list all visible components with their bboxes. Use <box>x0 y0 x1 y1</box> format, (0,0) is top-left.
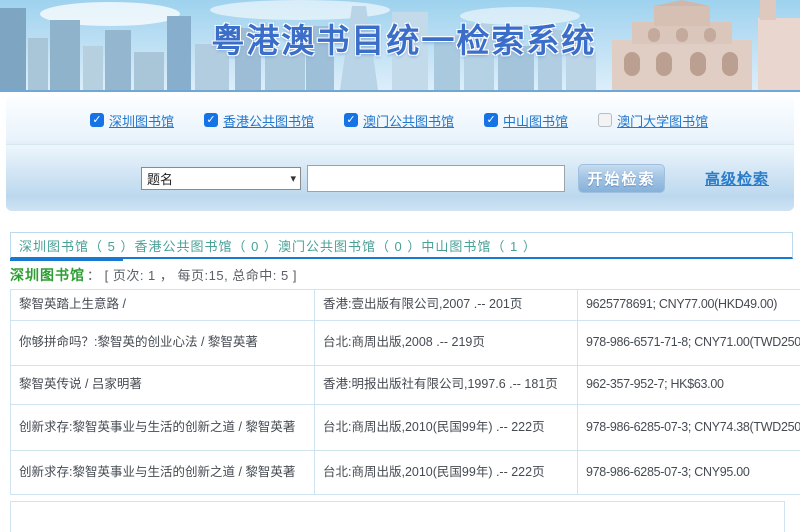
book-title-link[interactable]: 创新求存:黎智英事业与生活的创新之道 / 黎智英著 <box>11 405 315 451</box>
library-label[interactable]: 中山图书馆 <box>503 111 568 130</box>
advanced-search-link[interactable]: 高级检索 <box>705 168 769 189</box>
book-isbn-price: 962-357-952-7; HK$63.00 <box>578 366 800 405</box>
tab-shenzhen-library[interactable]: 深圳图书馆（ 5 ） <box>19 236 134 255</box>
pagination-footer-partial <box>10 501 785 532</box>
tab-zhongshan-library[interactable]: 中山图书馆（ 1 ） <box>421 236 536 255</box>
tab-hongkong-public-library[interactable]: 香港公共图书馆（ 0 ） <box>134 236 277 255</box>
checkbox-checked-icon[interactable]: ✓ <box>484 113 498 127</box>
app-title: 粤港澳书目统一检索系统 <box>211 14 596 62</box>
book-publication: 台北:商周出版,2010(民国99年) .-- 222页 <box>315 405 578 451</box>
check-icon: ✓ <box>486 115 495 126</box>
tab-macau-public-library[interactable]: 澳门公共图书馆（ 0 ） <box>278 236 421 255</box>
search-submit-button[interactable]: 开始检索 <box>578 164 665 193</box>
table-row: 你够拼命吗？:黎智英的创业心法 / 黎智英著 台北:商周出版,2008 .-- … <box>11 321 800 366</box>
library-label[interactable]: 澳门大学图书馆 <box>617 111 708 130</box>
library-label[interactable]: 澳门公共图书馆 <box>363 111 454 130</box>
check-icon: ✓ <box>346 115 355 126</box>
library-option-hongkong[interactable]: ✓ 香港公共图书馆 <box>204 111 314 130</box>
book-isbn-price: 978-986-6285-07-3; CNY74.38(TWD250.00) <box>578 405 800 451</box>
book-title-link[interactable]: 黎智英传说 / 吕家明著 <box>11 366 315 405</box>
library-option-macau-university[interactable]: 澳门大学图书馆 <box>598 111 708 130</box>
check-icon: ✓ <box>206 115 215 126</box>
table-row: 黎智英踏上生意路 / 香港:壹出版有限公司,2007 .-- 201页 9625… <box>11 290 800 321</box>
checkbox-checked-icon[interactable]: ✓ <box>344 113 358 127</box>
results-table: 黎智英踏上生意路 / 香港:壹出版有限公司,2007 .-- 201页 9625… <box>10 289 800 495</box>
search-field-select[interactable]: 题名 ▾ <box>141 167 301 190</box>
checkbox-unchecked-icon[interactable] <box>598 113 612 127</box>
check-icon: ✓ <box>92 115 101 126</box>
table-row: 创新求存:黎智英事业与生活的创新之道 / 黎智英著 台北:商周出版,2010(民… <box>11 405 800 451</box>
search-bar: 题名 ▾ 开始检索 高级检索 <box>6 144 794 211</box>
library-label[interactable]: 深圳图书馆 <box>109 111 174 130</box>
table-row: 创新求存:黎智英事业与生活的创新之道 / 黎智英著 台北:商周出版,2010(民… <box>11 451 800 495</box>
active-tab-indicator <box>10 258 123 261</box>
result-tabs: 深圳图书馆（ 5 ） 香港公共图书馆（ 0 ） 澳门公共图书馆（ 0 ） 中山图… <box>10 232 793 259</box>
chevron-down-icon: ▾ <box>290 172 296 185</box>
library-option-zhongshan[interactable]: ✓ 中山图书馆 <box>484 111 568 130</box>
book-isbn-price: 9625778691; CNY77.00(HKD49.00) <box>578 290 800 321</box>
checkbox-checked-icon[interactable]: ✓ <box>90 113 104 127</box>
book-publication: 台北:商周出版,2008 .-- 219页 <box>315 321 578 366</box>
library-label[interactable]: 香港公共图书馆 <box>223 111 314 130</box>
table-row: 黎智英传说 / 吕家明著 香港:明报出版社有限公司,1997.6 .-- 181… <box>11 366 800 405</box>
book-title-link[interactable]: 创新求存:黎智英事业与生活的创新之道 / 黎智英著 <box>11 451 315 495</box>
book-publication: 香港:明报出版社有限公司,1997.6 .-- 181页 <box>315 366 578 405</box>
header-banner: 粤港澳书目统一检索系统 <box>0 0 800 92</box>
search-field-selected-value: 题名 <box>147 169 173 188</box>
result-library-name: 深圳图书馆 <box>10 265 85 285</box>
book-title-link[interactable]: 你够拼命吗？:黎智英的创业心法 / 黎智英著 <box>11 321 315 366</box>
book-publication: 香港:壹出版有限公司,2007 .-- 201页 <box>315 290 578 321</box>
book-isbn-price: 978-986-6285-07-3; CNY95.00 <box>578 451 800 495</box>
checkbox-checked-icon[interactable]: ✓ <box>204 113 218 127</box>
result-page-info: ： [ 页次: 1 ， 每页:15, 总命中: 5 ] <box>87 265 297 284</box>
library-option-macau-public[interactable]: ✓ 澳门公共图书馆 <box>344 111 454 130</box>
library-checkbox-bar: ✓ 深圳图书馆 ✓ 香港公共图书馆 ✓ 澳门公共图书馆 ✓ 中山图书馆 澳门大学… <box>6 96 794 144</box>
result-summary: 深圳图书馆 ： [ 页次: 1 ， 每页:15, 总命中: 5 ] <box>10 265 800 285</box>
book-publication: 台北:商周出版,2010(民国99年) .-- 222页 <box>315 451 578 495</box>
search-input[interactable] <box>307 165 565 192</box>
library-option-shenzhen[interactable]: ✓ 深圳图书馆 <box>90 111 174 130</box>
book-isbn-price: 978-986-6571-71-8; CNY71.00(TWD250.00) <box>578 321 800 366</box>
book-title-link[interactable]: 黎智英踏上生意路 / <box>11 290 315 321</box>
